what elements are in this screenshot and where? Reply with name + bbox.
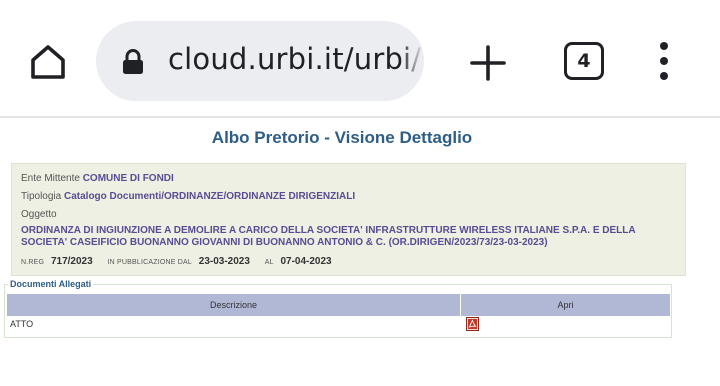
al-value: 07-04-2023 [280, 256, 332, 267]
pdf-icon[interactable] [466, 317, 479, 331]
al-label: AL [264, 259, 274, 266]
plus-icon[interactable] [466, 41, 510, 85]
column-header-descrizione: Descrizione [209, 300, 258, 310]
address-bar[interactable]: cloud.urbi.it/urbi/ [96, 21, 424, 101]
lock-icon [121, 49, 145, 75]
attachments-section: Documenti Allegati Descrizione Apri ATTO [4, 279, 672, 338]
column-header-apri: Apri [460, 294, 670, 316]
attachments-legend: Documenti Allegati [8, 279, 94, 289]
toolbar-divider [0, 116, 720, 118]
ente-value: COMUNE DI FONDI [82, 173, 174, 184]
tab-switcher-icon[interactable]: 4 [564, 42, 604, 80]
oggetto-value: ORDINANZA DI INGIUNZIONE A DEMOLIRE A CA… [21, 225, 636, 248]
home-icon[interactable] [26, 40, 70, 84]
nreg-label: N.REG [21, 259, 45, 266]
more-vert-icon[interactable] [652, 42, 676, 80]
pubblicazione-label: IN PUBBLICAZIONE DAL [107, 259, 192, 266]
tab-count: 4 [577, 50, 591, 72]
tipologia-label: Tipologia [21, 191, 62, 202]
registration-row: N.REG 717/2023 IN PUBBLICAZIONE DAL 23-0… [21, 256, 344, 267]
oggetto-label: Oggetto [21, 209, 57, 220]
attachments-table-header: Descrizione Apri [7, 294, 670, 316]
attachment-description: ATTO [10, 319, 34, 329]
detail-panel: Ente Mittente COMUNE DI FONDI Tipologia … [11, 163, 686, 276]
tipologia-row: Tipologia Catalogo Documenti/ORDINANZE/O… [21, 191, 355, 202]
url-text: cloud.urbi.it/urbi/ [168, 42, 422, 76]
nreg-value: 717/2023 [50, 256, 93, 267]
ente-label: Ente Mittente [21, 173, 80, 184]
pubblicazione-value: 23-03-2023 [198, 256, 250, 267]
tipologia-value: Catalogo Documenti/ORDINANZE/ORDINANZE D… [64, 191, 356, 202]
page-title: Albo Pretorio - Visione Dettaglio [211, 128, 473, 147]
ente-row: Ente Mittente COMUNE DI FONDI [21, 173, 174, 184]
browser-toolbar: cloud.urbi.it/urbi/ 4 [0, 0, 720, 118]
